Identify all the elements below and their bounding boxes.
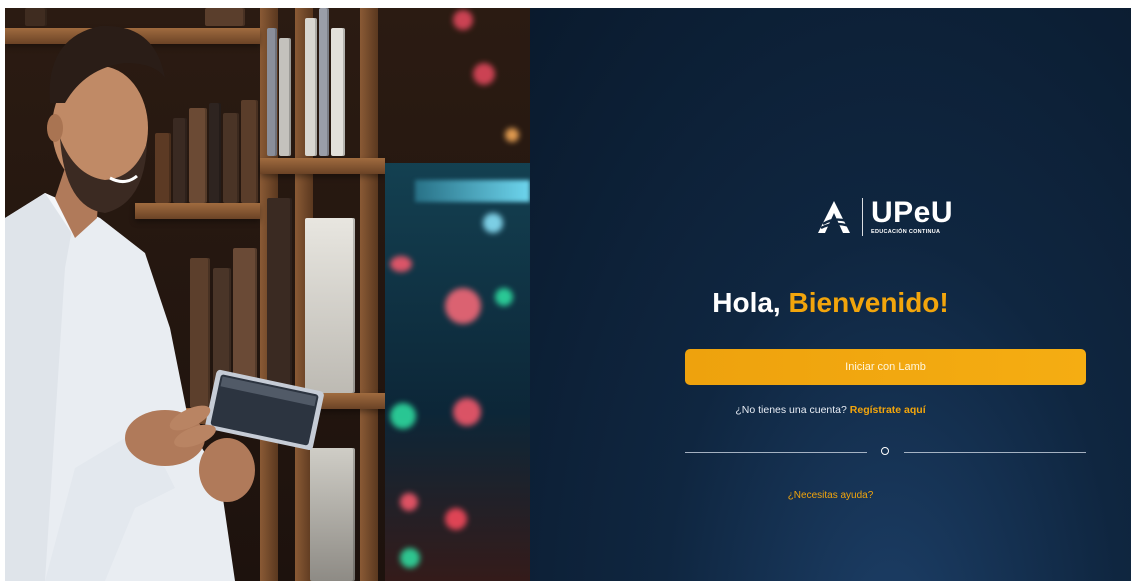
login-panel: UPeU EDUCACIÓN CONTINUA Hola, Bienvenido…: [530, 8, 1131, 581]
divider-line-right: [904, 452, 1086, 453]
divider: [685, 445, 1086, 459]
upeu-logo-icon: [818, 201, 850, 233]
logo-separator: [862, 198, 863, 236]
signup-prompt: ¿No tienes una cuenta? Regístrate aquí: [530, 404, 1131, 416]
hero-photo: [5, 8, 530, 581]
circle-icon: [881, 447, 889, 455]
login-button[interactable]: Iniciar con Lamb: [685, 349, 1086, 385]
divider-line-left: [685, 452, 867, 453]
signup-link[interactable]: Regístrate aquí: [850, 404, 926, 416]
logo-text: UPeU EDUCACIÓN CONTINUA: [871, 198, 953, 236]
help-link[interactable]: ¿Necesitas ayuda?: [530, 490, 1131, 501]
login-layout: UPeU EDUCACIÓN CONTINUA Hola, Bienvenido…: [5, 8, 1131, 581]
signup-question: ¿No tienes una cuenta?: [735, 404, 847, 416]
greeting-welcome: Bienvenido!: [788, 287, 949, 318]
brand-subtitle: EDUCACIÓN CONTINUA: [871, 229, 941, 236]
greeting-hello: Hola,: [712, 287, 781, 318]
login-page: UPeU EDUCACIÓN CONTINUA Hola, Bienvenido…: [0, 0, 1131, 581]
brand-logo: UPeU EDUCACIÓN CONTINUA: [814, 197, 953, 237]
welcome-heading: Hola, Bienvenido!: [530, 287, 1131, 319]
person-with-tablet: [5, 25, 324, 581]
brand-name: UPeU: [871, 196, 954, 230]
